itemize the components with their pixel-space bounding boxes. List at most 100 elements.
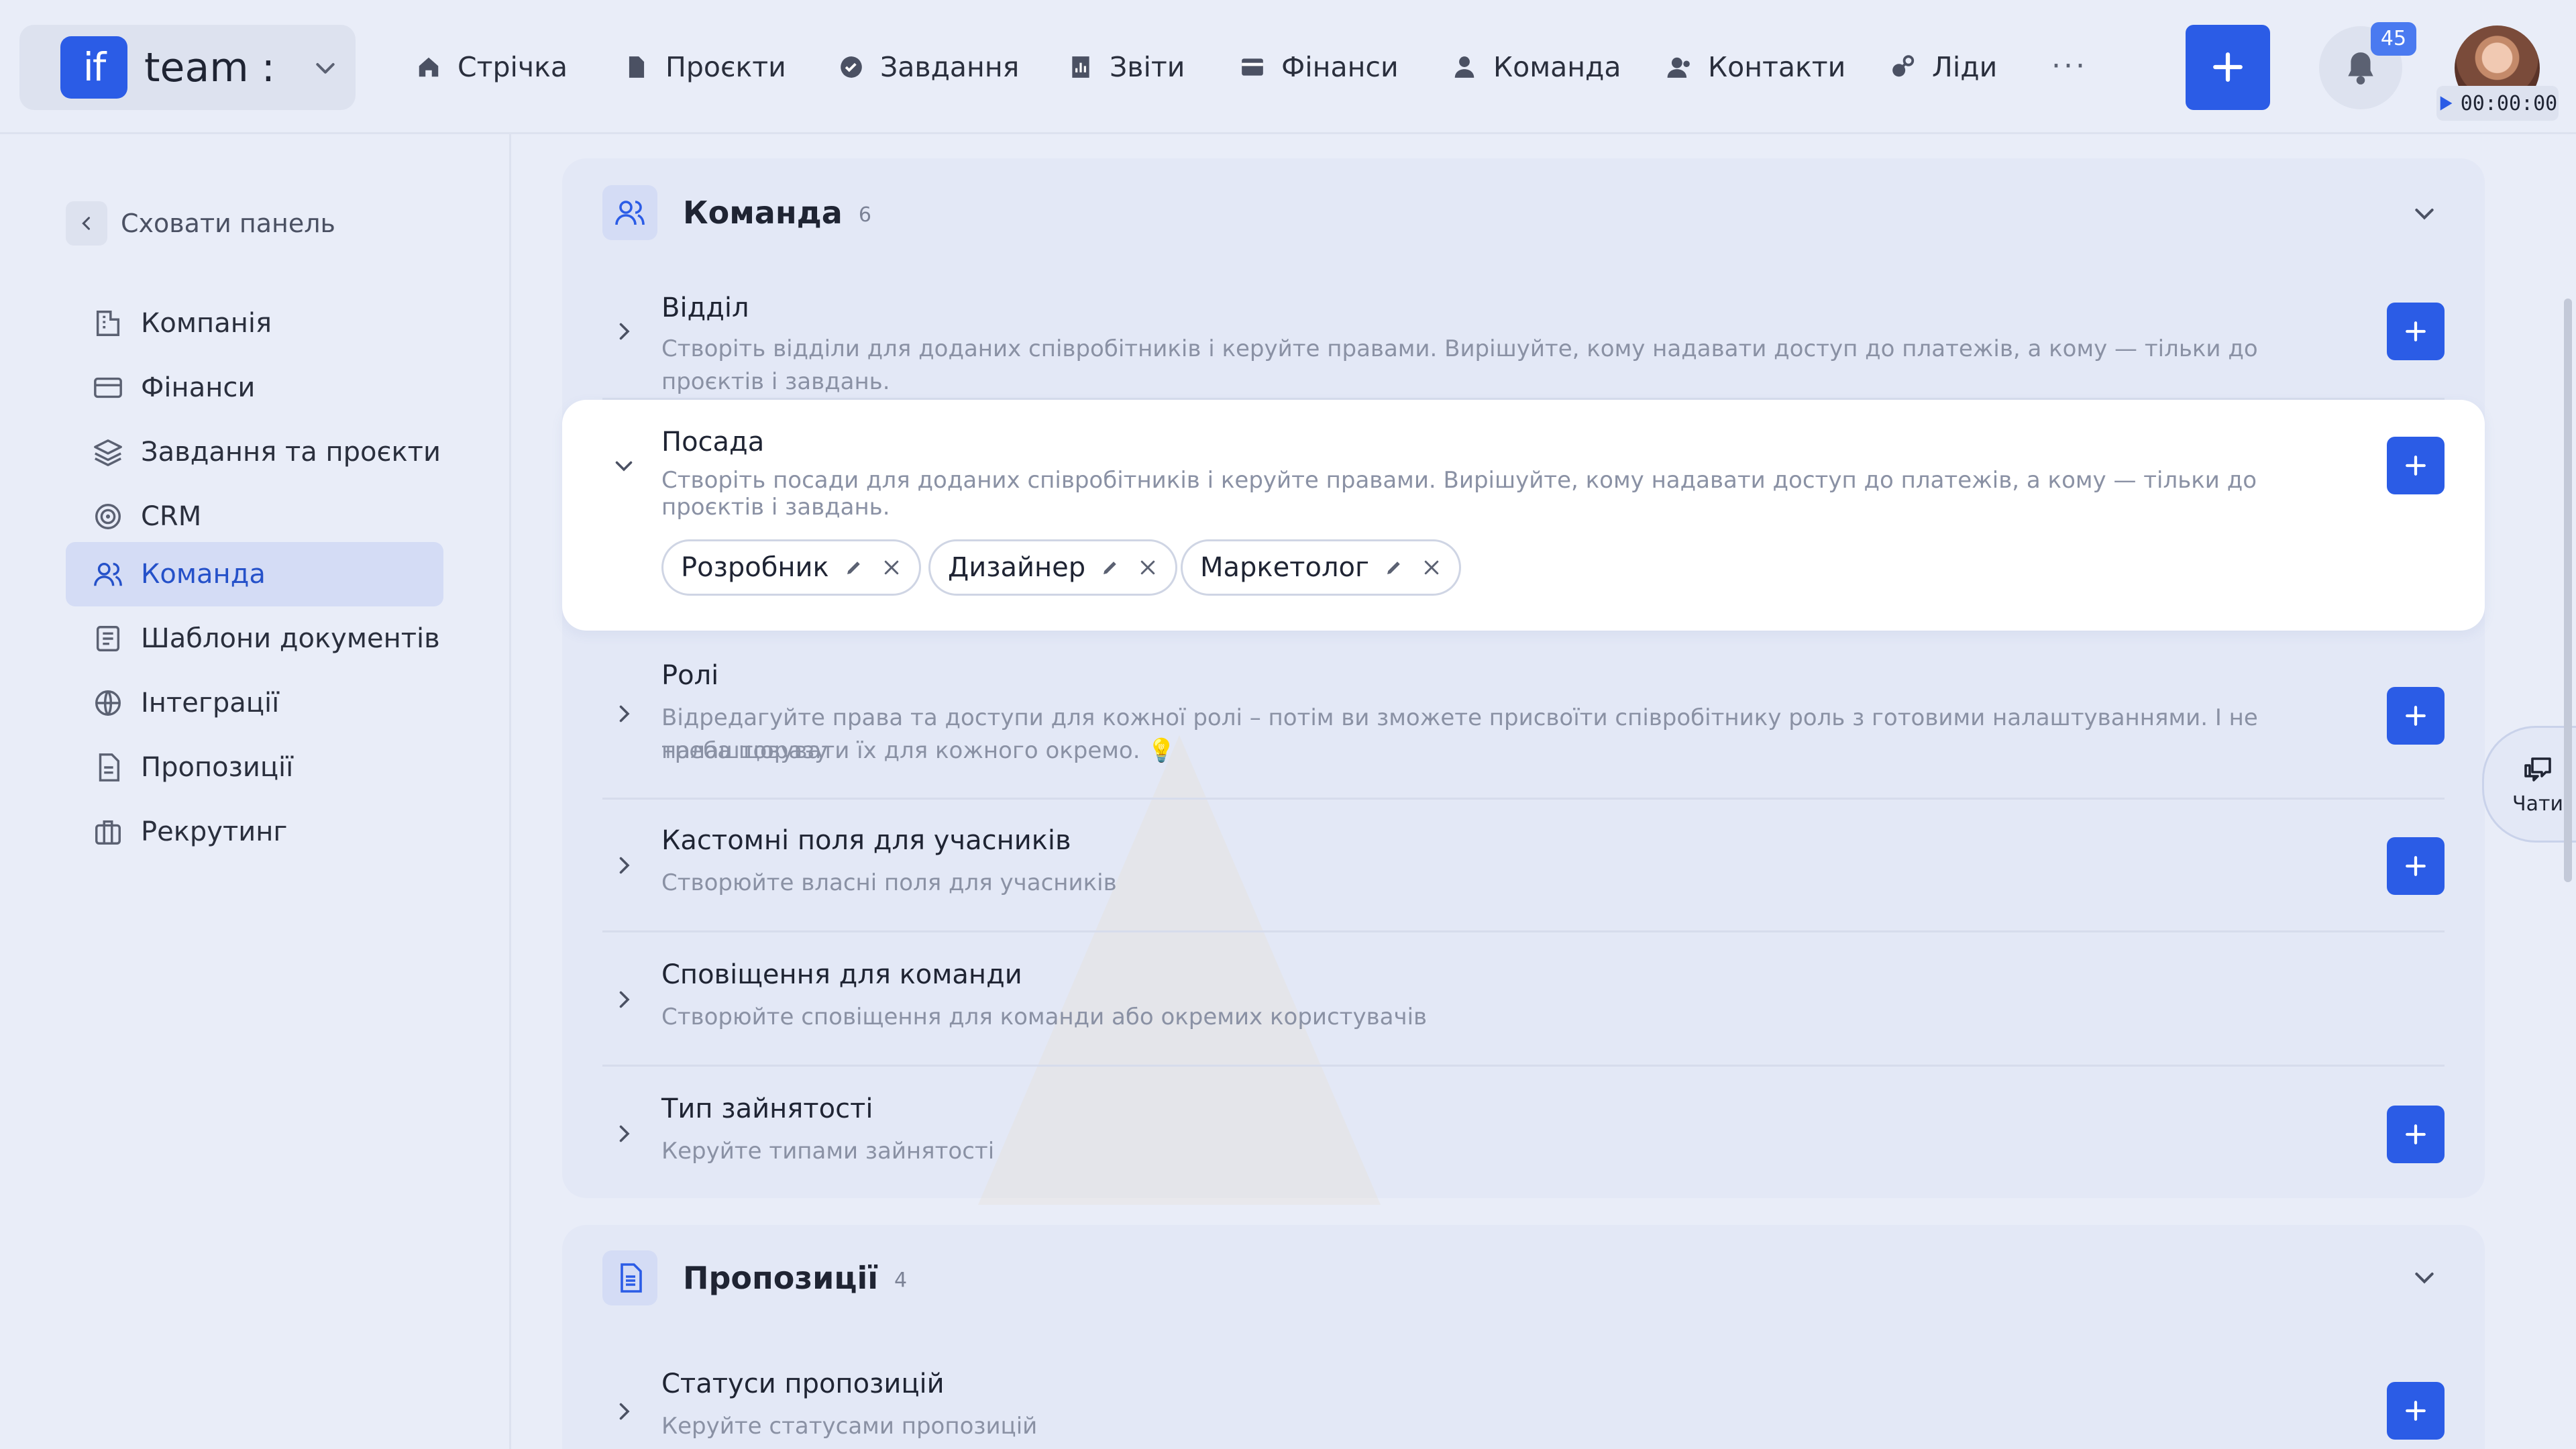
chevron-left-icon (82, 217, 91, 230)
wallet-icon (1242, 58, 1263, 76)
time-tracker[interactable]: 00:00:00 (2436, 86, 2559, 121)
pencil-icon[interactable] (844, 557, 864, 578)
hide-panel-label: Сховати панель (121, 209, 335, 238)
team-card-title: Команда (683, 195, 843, 231)
chats-button[interactable]: Чати (2482, 726, 2576, 843)
nav-item-projects[interactable]: Проєкти (624, 39, 786, 95)
plus-icon (2406, 856, 2426, 876)
target-icon (95, 504, 121, 529)
nav-item-leads[interactable]: Ліди (1890, 39, 1997, 95)
hide-panel-button[interactable]: Сховати панель (66, 201, 335, 246)
sidebar-item-company[interactable]: Компанія (66, 291, 443, 356)
workspace-switcher[interactable]: if team : (19, 25, 356, 110)
globe-icon (95, 690, 121, 716)
nav-item-team[interactable]: Команда (1452, 39, 1621, 95)
report-icon (1072, 56, 1089, 78)
card-icon (94, 377, 122, 398)
sidebar-item-crm[interactable]: CRM (66, 484, 443, 549)
team-card-header: Команда 6 (602, 185, 871, 240)
person-icon (1454, 56, 1474, 78)
workspace-name: team : (144, 44, 275, 91)
global-add-button[interactable] (2186, 25, 2270, 110)
nav-label: Фінанси (1281, 51, 1399, 83)
position-tag: Дизайнер (928, 539, 1178, 596)
sidebar-item-label: Інтеграції (141, 688, 280, 718)
row-title: Посада (661, 427, 765, 458)
chats-label: Чати (2512, 792, 2563, 816)
tag-label: Розробник (681, 552, 829, 583)
proposals-card-header: Пропозиції 4 (602, 1250, 907, 1305)
sidebar-item-integrations[interactable]: Інтеграції (66, 671, 443, 735)
sidebar-item-label: Фінанси (141, 372, 256, 403)
settings-sidebar: Сховати панель Компанія Фінанси Завдання… (0, 134, 511, 1449)
sidebar-item-label: Завдання та проєкти (141, 437, 441, 468)
proposals-settings-card: Пропозиції 4 Статуси пропозицій Керуйте … (562, 1225, 2485, 1449)
close-icon[interactable] (1138, 557, 1158, 578)
sidebar-item-label: Рекрутинг (141, 816, 288, 847)
row-team-notifications: Сповіщення для команди Створюйте сповіще… (602, 932, 2445, 1067)
nav-item-feed[interactable]: Стрічка (416, 39, 568, 95)
nav-item-contacts[interactable]: Контакти (1666, 39, 1845, 95)
nav-more-button[interactable]: ··· (2051, 43, 2092, 90)
add-role-button[interactable] (2387, 687, 2445, 745)
sidebar-item-proposals[interactable]: Пропозиції (66, 735, 443, 800)
row-title: Сповіщення для команди (661, 959, 1022, 990)
team-card-icon-box (602, 185, 657, 240)
add-department-button[interactable] (2387, 303, 2445, 360)
row-description-line2: налаштовувати їх для кожного окремо. 💡 (661, 737, 1176, 764)
row-description: Створюйте сповіщення для команди або окр… (661, 1004, 1428, 1030)
chevron-right-icon[interactable] (612, 319, 636, 343)
chevron-down-icon[interactable] (612, 453, 636, 478)
chevron-right-icon[interactable] (612, 1399, 636, 1424)
chevron-right-icon[interactable] (612, 853, 636, 877)
sidebar-item-doc-templates[interactable]: Шаблони документів (66, 606, 443, 671)
add-custom-field-button[interactable] (2387, 837, 2445, 895)
add-employment-type-button[interactable] (2387, 1106, 2445, 1163)
sidebar-item-recruiting[interactable]: Рекрутинг (66, 800, 443, 864)
row-roles: Ролі Відредагуйте права та доступи для к… (602, 631, 2445, 800)
row-position-expanded: Посада Створіть посади для доданих співр… (562, 400, 2485, 631)
sidebar-item-label: Пропозиції (141, 752, 294, 783)
row-proposal-statuses: Статуси пропозицій Керуйте статусами про… (602, 1344, 2445, 1449)
play-icon (2440, 96, 2453, 111)
nav-item-tasks[interactable]: Завдання (839, 39, 1019, 95)
nav-label: Проєкти (665, 51, 786, 83)
chevron-right-icon[interactable] (612, 1122, 636, 1146)
close-icon[interactable] (881, 557, 902, 578)
sidebar-item-finance[interactable]: Фінанси (66, 356, 443, 420)
position-tag: Маркетолог (1181, 539, 1462, 596)
check-circle-icon (841, 56, 862, 78)
plus-icon (2213, 52, 2243, 82)
sidebar-item-label: Шаблони документів (141, 623, 440, 654)
pencil-icon[interactable] (1100, 557, 1120, 578)
close-icon[interactable] (1421, 557, 1442, 578)
contacts-icon (1667, 57, 1690, 78)
brand-logo: if (60, 36, 127, 99)
row-description: Створіть посади для доданих співробітник… (661, 467, 2257, 521)
page-scrollbar[interactable] (2564, 299, 2572, 882)
bell-icon (2348, 52, 2373, 85)
nav-label: Стрічка (458, 51, 568, 83)
add-position-button[interactable] (2387, 437, 2445, 494)
tag-label: Маркетолог (1200, 552, 1370, 583)
chevron-right-icon[interactable] (612, 702, 636, 726)
row-department: Відділ Створіть відділи для доданих спів… (602, 266, 2445, 400)
sidebar-item-label: Компанія (141, 308, 272, 339)
row-employment-type: Тип зайнятості Керуйте типами зайнятості (602, 1067, 2445, 1198)
proposals-card-icon-box (602, 1250, 657, 1305)
nav-item-reports[interactable]: Звіти (1068, 39, 1185, 95)
plus-icon (2406, 1124, 2426, 1144)
plus-icon (2406, 455, 2426, 476)
row-description: Керуйте статусами пропозицій (661, 1413, 1038, 1440)
pencil-icon[interactable] (1384, 557, 1404, 578)
chevron-right-icon[interactable] (612, 987, 636, 1012)
row-custom-fields: Кастомні поля для учасників Створюйте вл… (602, 800, 2445, 932)
briefcase-icon (95, 820, 121, 845)
add-proposal-status-button[interactable] (2387, 1382, 2445, 1440)
sidebar-item-tasks-projects[interactable]: Завдання та проєкти (66, 420, 443, 484)
sidebar-item-team[interactable]: Команда (66, 542, 443, 606)
chevron-down-icon[interactable] (2411, 200, 2438, 227)
app-root: if team : Стрічка Проєкти Завдання Звіти (0, 0, 2576, 1449)
nav-item-finance[interactable]: Фінанси (1240, 39, 1399, 95)
chevron-down-icon[interactable] (2411, 1264, 2438, 1291)
